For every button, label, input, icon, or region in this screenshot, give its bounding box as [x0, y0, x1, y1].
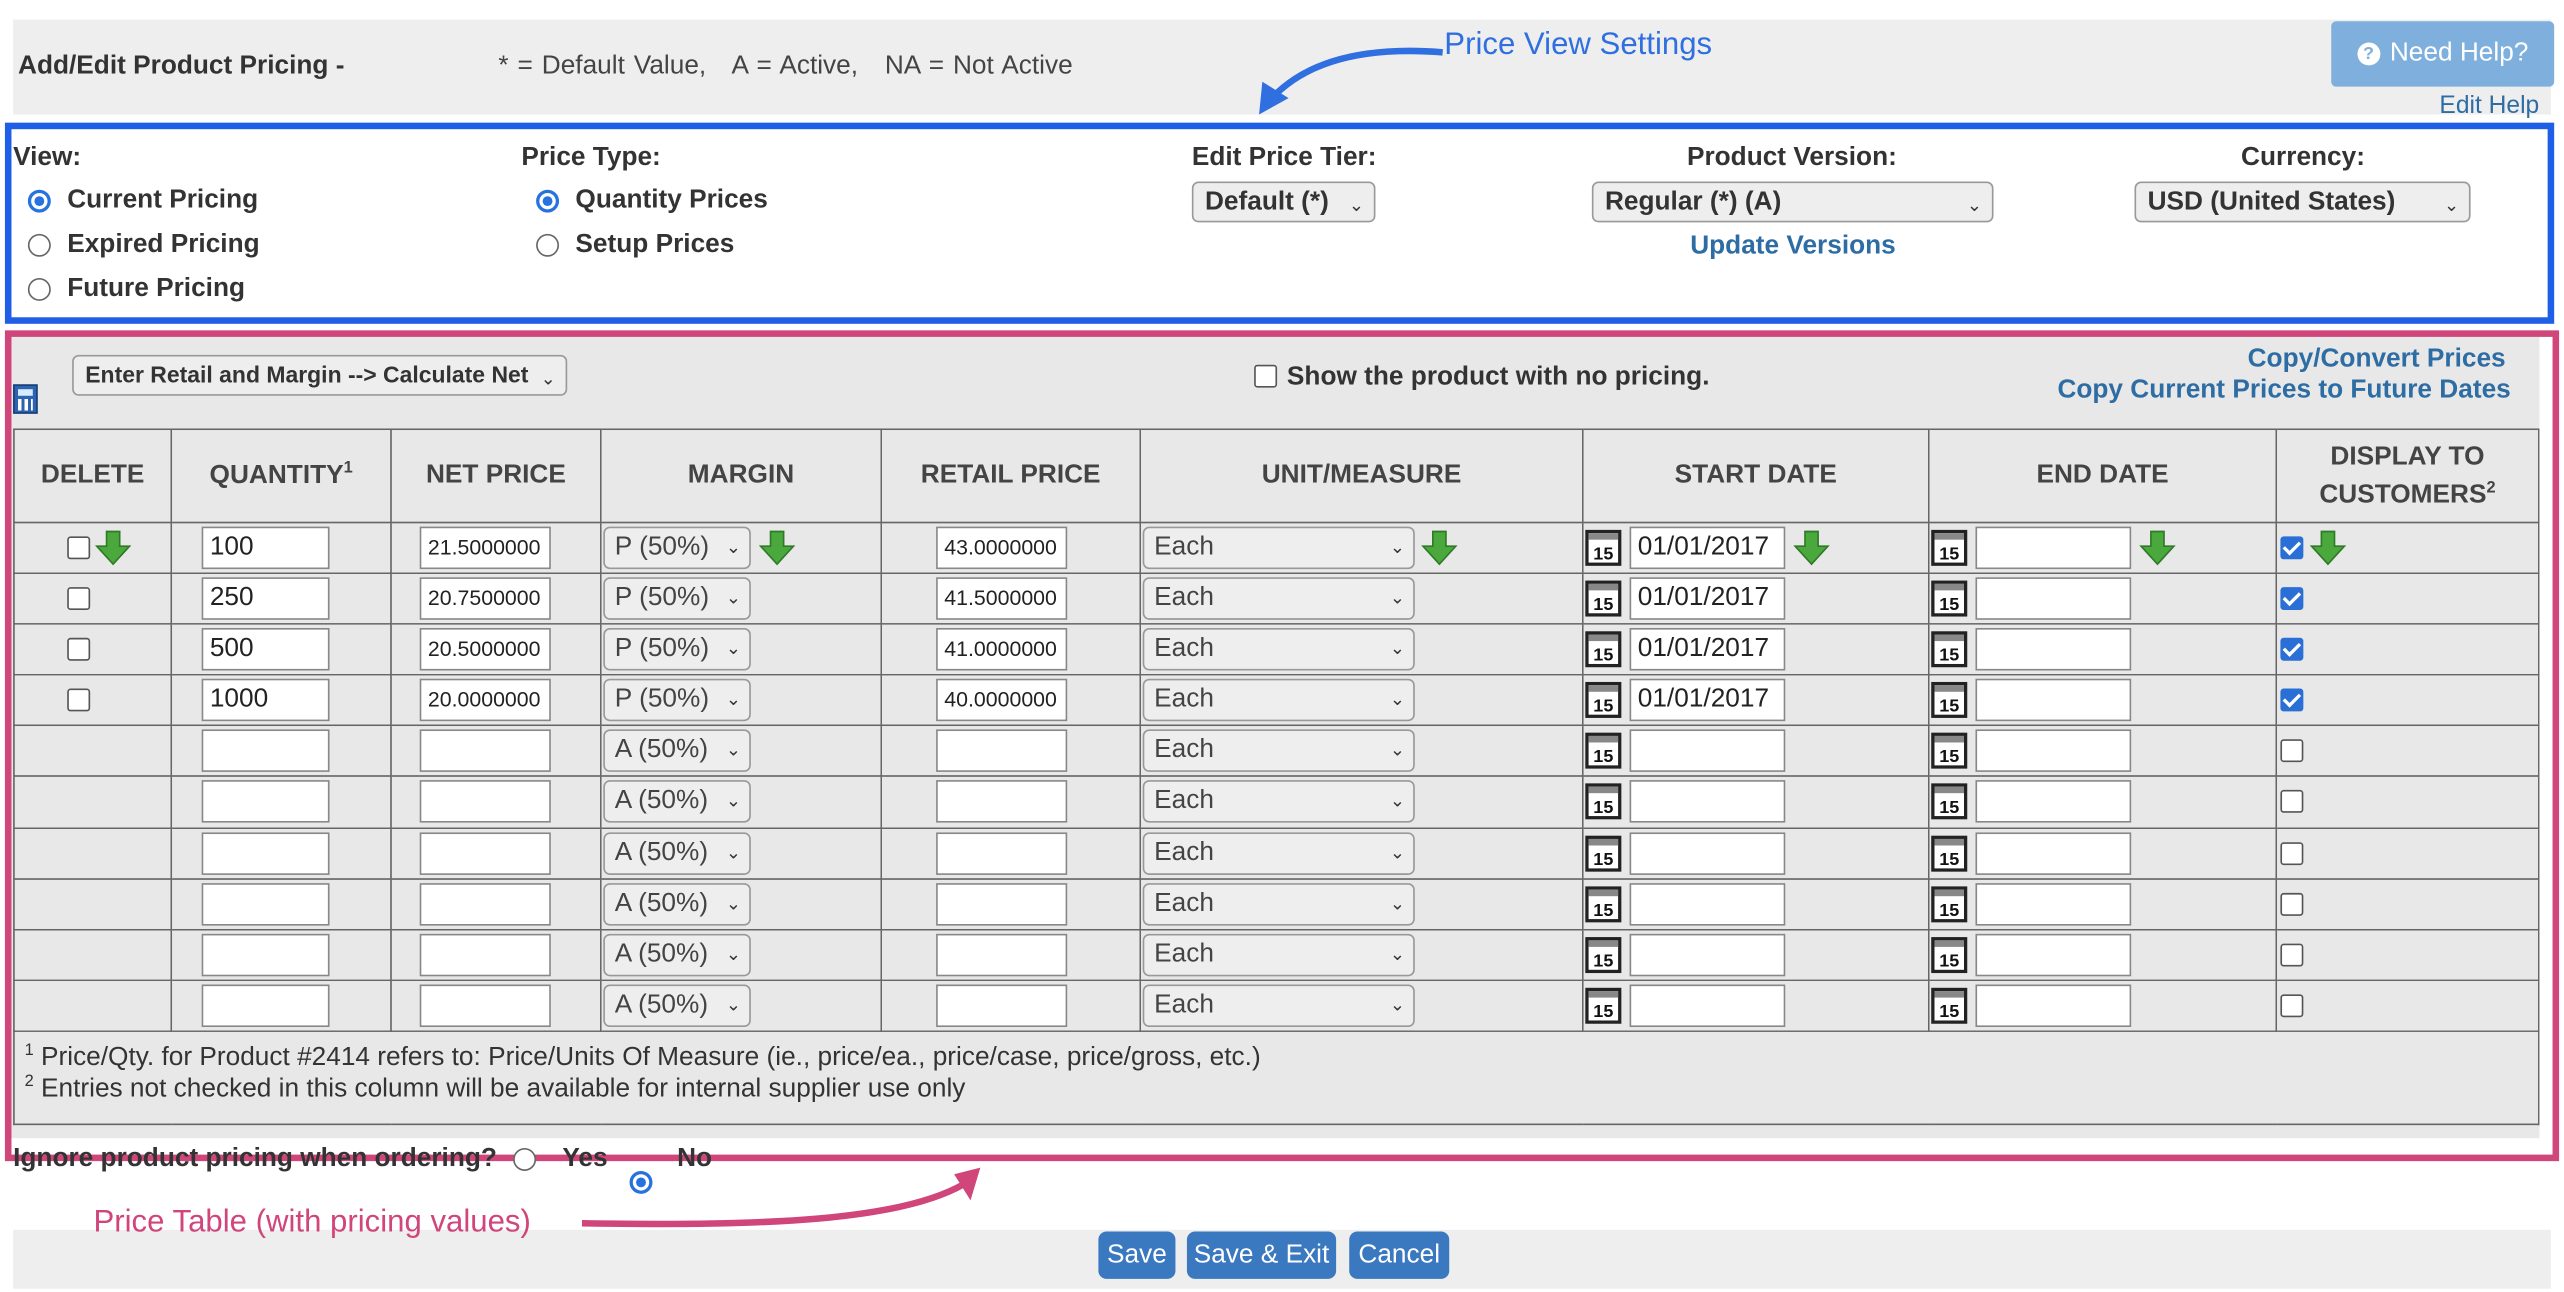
price-tier-label: Edit Price Tier:: [1191, 143, 1377, 172]
annotation-arrow-pink: [581, 1167, 981, 1228]
view-option-label: Future Pricing: [67, 274, 246, 303]
currency-label: Currency:: [2241, 143, 2365, 172]
product-version-select[interactable]: Regular (*) (A) ⌄: [1591, 181, 1994, 223]
annotation-arrow-blue: [1259, 47, 1443, 115]
price-type-quantity[interactable]: Quantity Prices: [536, 186, 768, 215]
price-type-option-label: Setup Prices: [575, 230, 735, 259]
currency-select[interactable]: USD (United States) ⌄: [2134, 181, 2471, 223]
view-option-label: Expired Pricing: [67, 230, 260, 259]
price-type-option-label: Quantity Prices: [575, 186, 768, 215]
view-option-label: Current Pricing: [67, 186, 259, 215]
view-option-future[interactable]: Future Pricing: [27, 274, 246, 304]
save-exit-button[interactable]: Save & Exit: [1186, 1231, 1337, 1279]
radio-current-pricing[interactable]: [27, 189, 51, 213]
radio-future-pricing[interactable]: [27, 278, 51, 301]
ignore-pricing-label: Ignore product pricing when ordering?: [13, 1144, 497, 1173]
view-label: View:: [13, 143, 82, 172]
radio-setup-prices[interactable]: [536, 233, 560, 257]
radio-quantity-prices[interactable]: [536, 189, 560, 213]
chevron-down-icon: ⌄: [1348, 196, 1364, 216]
ignore-pricing-yes-radio[interactable]: [513, 1148, 537, 1171]
save-button[interactable]: Save: [1098, 1231, 1176, 1279]
status-legend: * = Default Value, A = Active, NA = Not …: [498, 52, 1073, 81]
need-help-button[interactable]: ? Need Help?: [2331, 21, 2555, 87]
price-type-setup[interactable]: Setup Prices: [536, 231, 734, 260]
price-view-settings-annotation: Price View Settings: [1444, 27, 1713, 63]
need-help-label: Need Help?: [2389, 39, 2529, 68]
question-icon: ?: [2357, 42, 2380, 66]
price-tier-select[interactable]: Default (*) ⌄: [1191, 181, 1376, 223]
chevron-down-icon: ⌄: [1966, 196, 1983, 216]
currency-value: USD (United States): [2147, 188, 2396, 216]
view-option-expired[interactable]: Expired Pricing: [27, 230, 260, 260]
price-table-annotation: Price Table (with pricing values): [93, 1205, 531, 1240]
price-tier-value: Default (*): [1204, 188, 1329, 216]
price-type-label: Price Type:: [521, 143, 661, 172]
page-title: Add/Edit Product Pricing -: [18, 52, 345, 81]
cancel-button[interactable]: Cancel: [1349, 1231, 1450, 1279]
edit-help-link[interactable]: Edit Help: [2439, 92, 2539, 120]
price-table-outline: [4, 330, 2560, 1162]
radio-expired-pricing[interactable]: [27, 233, 51, 257]
product-version-label: Product Version:: [1686, 143, 1897, 172]
product-version-value: Regular (*) (A): [1604, 188, 1782, 216]
chevron-down-icon: ⌄: [2443, 196, 2460, 216]
update-versions-link[interactable]: Update Versions: [1690, 232, 1896, 261]
view-option-current[interactable]: Current Pricing: [27, 186, 259, 215]
